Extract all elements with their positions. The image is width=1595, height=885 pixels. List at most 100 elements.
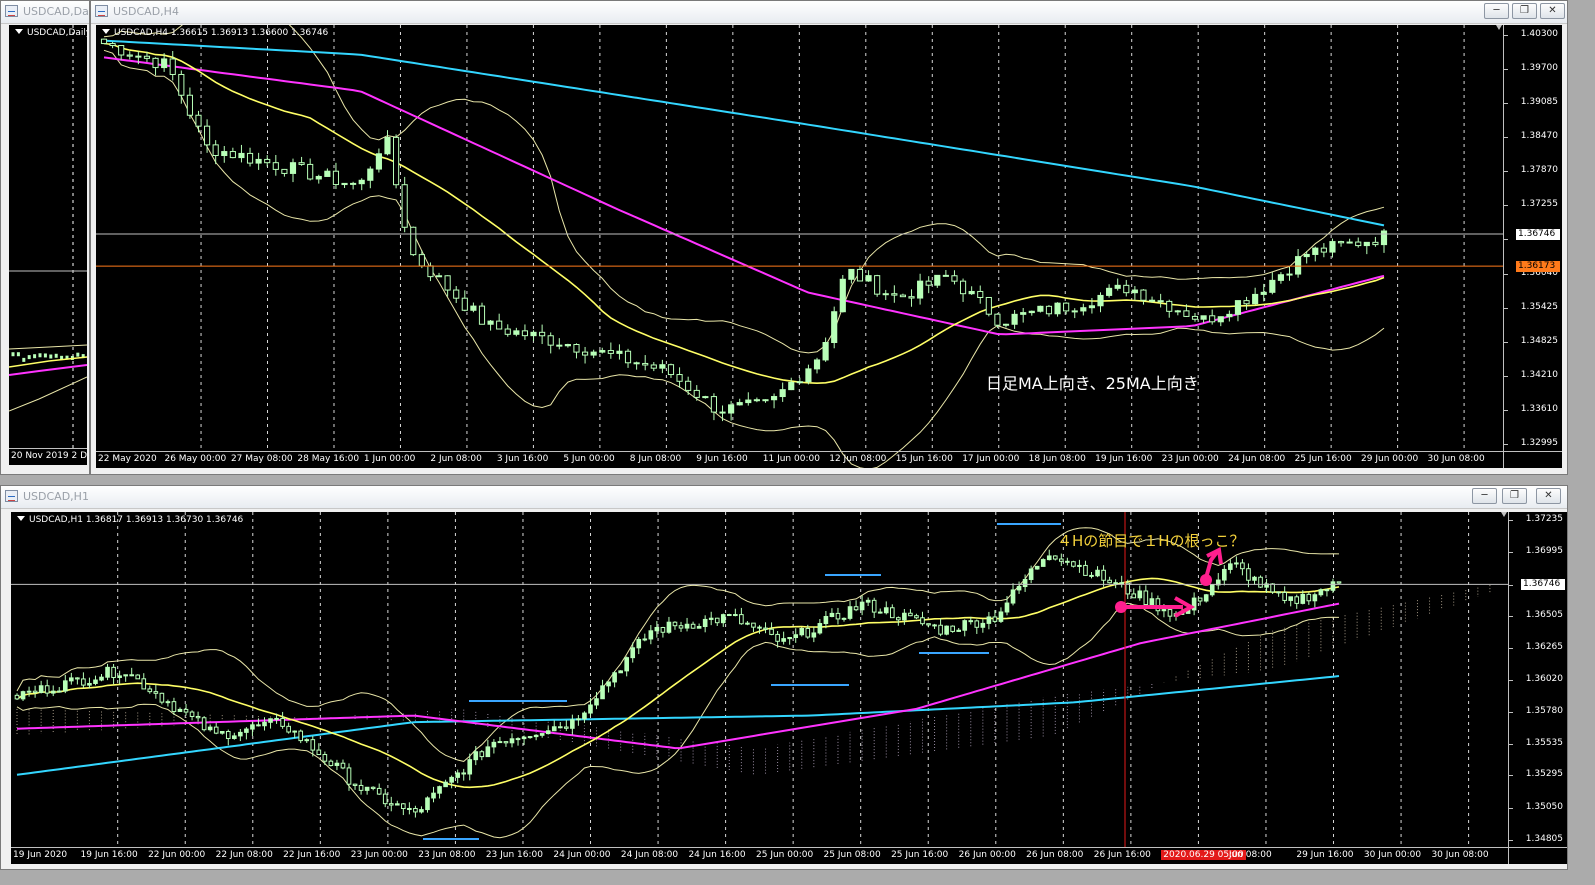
candle-body [865, 275, 872, 282]
restore-button[interactable]: ❐ [1512, 3, 1537, 19]
candle-body [491, 741, 497, 748]
h4-titlebar[interactable]: USDCAD,H4 ─ ❐ ✕ [91, 1, 1567, 24]
h1-annotation-text[interactable]: ４Hの節目で１Hの根っこ？ [1057, 530, 1245, 551]
candle-body [298, 162, 305, 165]
time-axis-label: 22 Jun 00:00 [148, 850, 206, 860]
candle-body [848, 268, 855, 280]
candle-body [219, 731, 225, 734]
daily-chart-window[interactable]: USDCAD,Daily USDCAD,Daily 20 Nov 2019 2 … [0, 0, 90, 475]
price-axis-label: 1.37235 [1525, 514, 1563, 524]
candle-body [135, 55, 142, 58]
restore-button[interactable]: ❐ [1502, 488, 1527, 504]
candle-body [364, 786, 370, 791]
candle-body [274, 717, 279, 720]
time-axis-label: 23 Jun 16:00 [485, 850, 543, 860]
candle-body [401, 803, 406, 810]
candle-body [246, 152, 254, 164]
h4-annotation-text[interactable]: 日足MA上向き、25MA上向き [986, 370, 1199, 394]
candle-body [1083, 564, 1088, 576]
candle-body [951, 275, 958, 282]
candle-body [229, 151, 236, 159]
dropdown-triangle-icon[interactable] [102, 29, 110, 34]
candle-body [467, 759, 473, 775]
candle-body [513, 330, 520, 335]
h1-price-axis[interactable]: 1.372351.369951.367451.365051.362651.360… [1508, 512, 1567, 864]
candle-body [178, 73, 185, 96]
dropdown-triangle-icon[interactable] [15, 29, 23, 34]
candle-body [272, 162, 279, 170]
candle-body [225, 731, 231, 739]
candle-body [281, 168, 288, 174]
candle-body [382, 793, 388, 805]
candle-body [1258, 576, 1263, 588]
dropdown-triangle-icon[interactable] [17, 516, 25, 521]
candle-body [835, 612, 841, 620]
ma-magenta-line [103, 56, 1385, 336]
time-axis-label: 12 Jun 08:00 [829, 454, 887, 464]
candle-body [1046, 555, 1052, 561]
time-axis-label: 19 Jun 16:00 [80, 850, 138, 860]
minimize-button[interactable]: ─ [1484, 3, 1509, 19]
candle-body [1336, 581, 1342, 584]
candle-body [799, 627, 805, 636]
close-button[interactable]: ✕ [1536, 488, 1561, 504]
time-axis-label: 28 May 16:00 [297, 454, 360, 464]
candle-body [141, 678, 147, 690]
h1-titlebar[interactable]: USDCAD,H1 ─ ❐ ✕ [1, 486, 1567, 509]
candle-body [1330, 581, 1336, 591]
time-axis-label: 2 Jun 08:00 [430, 454, 482, 464]
candle-body [147, 688, 153, 693]
time-axis-label: 26 May 00:00 [164, 454, 227, 464]
chart-window-icon [5, 490, 18, 502]
time-axis-label: 1 Jun 00:00 [363, 454, 416, 464]
candle-body [1137, 590, 1143, 599]
time-axis-label: 26 Jun 00:00 [958, 850, 1016, 860]
candle-body [43, 353, 47, 358]
h1-chart-window[interactable]: USDCAD,H1 ─ ❐ ✕ USDCAD,H1 1.36817 1.3691… [0, 485, 1568, 870]
candle-body [1234, 562, 1239, 565]
candle-body [1071, 561, 1076, 567]
h4-time-axis[interactable]: 22 May 2020 26 May 00:00 27 May 08:00 28 Ma… [96, 451, 1562, 468]
candle-body [20, 691, 26, 700]
price-axis-label: 1.35295 [1525, 769, 1563, 780]
bollinger-lower-line [16, 602, 1340, 839]
close-button[interactable]: ✕ [1540, 3, 1565, 19]
h4-price-axis[interactable]: 1.40300 1.39700 1.39085 1.38470 1.37870 1.372… [1503, 25, 1562, 468]
candle-body [1131, 593, 1137, 599]
candle-body [286, 725, 291, 733]
candle-body [1114, 284, 1121, 289]
candle-body [564, 344, 571, 347]
candle-body [350, 182, 357, 185]
candle-body [968, 290, 975, 295]
candle-body [648, 630, 654, 640]
candle-body [770, 396, 778, 401]
candle-body [195, 715, 201, 719]
candle-body [310, 739, 316, 751]
time-axis-label: 17 Jun 00:00 [962, 454, 1020, 464]
candle-body [660, 627, 666, 633]
candle-body [600, 685, 605, 700]
candle-body [324, 170, 331, 177]
time-axis-label: 24 Jun 00:00 [553, 850, 611, 860]
time-axis-label: 25 Jun 16:00 [1294, 454, 1352, 464]
time-axis-label: 23 Jun 08:00 [418, 850, 476, 860]
minimize-button[interactable]: ─ [1472, 488, 1497, 504]
h1-time-axis[interactable]: 19 Jun 2020 19 Jun 16:00 22 Jun 00:00 22 Ju… [11, 847, 1567, 864]
candle-body [696, 626, 702, 629]
candle-body [726, 614, 732, 617]
candle-body [418, 254, 425, 267]
bollinger-upper-line [9, 344, 87, 350]
candle-body [950, 625, 955, 632]
candle-body [896, 617, 901, 621]
h4-chart-window[interactable]: USDCAD,H4 ─ ❐ ✕ USDCAD,H4 1.36615 1.3691… [90, 0, 1568, 475]
candle-body [485, 746, 491, 758]
candle-body [539, 733, 545, 736]
daily-chart-area[interactable]: USDCAD,Daily 20 Nov 2019 2 D [9, 25, 87, 465]
daily-titlebar[interactable]: USDCAD,Daily [1, 1, 89, 24]
candle-body [1346, 241, 1353, 244]
candle-body [238, 152, 245, 159]
daily-window-title: USDCAD,Daily [23, 5, 89, 18]
h1-chart-area[interactable]: USDCAD,H1 1.36817 1.36913 1.36730 1.3674… [11, 512, 1567, 864]
h4-chart-area[interactable]: USDCAD,H4 1.36615 1.36913 1.36600 1.3674… [96, 25, 1562, 468]
candle-body [813, 359, 821, 370]
